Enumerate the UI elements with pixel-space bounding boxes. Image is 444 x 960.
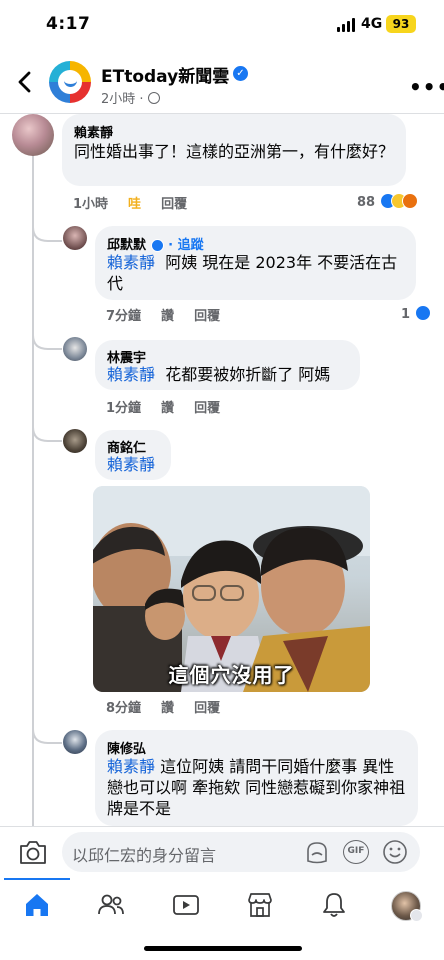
comment-text: 花都要被妳折斷了 阿媽 xyxy=(165,365,331,384)
thread-connector xyxy=(32,226,62,744)
reply-button[interactable]: 回覆 xyxy=(161,197,187,212)
signal-icon xyxy=(337,18,357,32)
like-icon xyxy=(414,305,431,321)
commenter-avatar[interactable] xyxy=(63,337,87,361)
mention-link[interactable]: 賴素靜 xyxy=(107,253,155,272)
commenter-avatar[interactable] xyxy=(12,114,54,156)
commenter-avatar[interactable] xyxy=(63,730,87,754)
comment-bubble: 林震宇 賴素靜 花都要被妳折斷了 阿媽 xyxy=(95,340,360,390)
reaction-button[interactable]: 哇 xyxy=(128,197,141,212)
network-type: 4G xyxy=(361,16,383,32)
notifications-icon[interactable] xyxy=(319,890,349,920)
comment-text-block: 賴素靜 花都要被妳折斷了 阿媽 xyxy=(107,364,357,385)
friends-icon[interactable] xyxy=(96,890,126,920)
commenter-avatar[interactable] xyxy=(63,226,87,250)
page-name[interactable]: ETtoday新聞雲 xyxy=(101,62,229,87)
comment-text-block: 賴素靜 阿姨 現在是 2023年 不要活在古代 xyxy=(107,252,407,294)
comment-bubble: 邱默默 · 追蹤 賴素靜 阿姨 現在是 2023年 不要活在古代 xyxy=(95,226,416,300)
comment-actions: 1小時 哇 回覆 xyxy=(73,193,207,212)
like-button[interactable]: 讚 xyxy=(161,701,174,716)
image-caption: 這個穴沒用了 xyxy=(168,663,295,687)
verified-badge-icon: ✓ xyxy=(233,66,248,81)
more-options-icon[interactable]: ••• xyxy=(409,75,444,99)
video-icon[interactable] xyxy=(171,890,201,920)
home-indicator xyxy=(144,946,302,951)
page-logo[interactable] xyxy=(49,61,91,103)
reply-button[interactable]: 回覆 xyxy=(194,309,220,324)
home-icon[interactable] xyxy=(22,890,52,920)
post-meta: 2小時 · xyxy=(101,88,160,107)
reaction-summary[interactable]: 1 xyxy=(401,305,431,322)
comment-time: 1小時 xyxy=(73,197,109,212)
comment-text: 同性婚出事了！這樣的亞洲第一，有什麼好？ xyxy=(74,142,395,161)
comment-text-block: 賴素靜 這位阿姨 請問干同婚什麼事 異性戀也可以啊 牽拖欸 同性戀惹礙到你家神祖… xyxy=(107,756,409,819)
commenter-name[interactable]: 陳修弘 xyxy=(107,738,146,757)
post-time: 2小時 xyxy=(101,92,136,107)
reaction-count: 88 xyxy=(357,195,376,210)
like-button[interactable]: 讚 xyxy=(161,401,174,416)
comment-input[interactable]: 以邱仁宏的身分留言 GIF xyxy=(62,832,420,872)
angry-icon xyxy=(401,193,418,209)
mention-link[interactable]: 賴素靜 xyxy=(107,454,155,475)
mention-link[interactable]: 賴素靜 xyxy=(107,757,155,776)
comment-input-placeholder: 以邱仁宏的身分留言 xyxy=(72,846,217,865)
reply-button[interactable]: 回覆 xyxy=(194,701,220,716)
like-button[interactable]: 讚 xyxy=(161,309,174,324)
globe-icon xyxy=(147,92,160,104)
commenter-name[interactable]: 賴素靜 xyxy=(74,122,113,141)
comment-time: 1分鐘 xyxy=(106,401,142,416)
emoji-icon[interactable] xyxy=(382,839,408,865)
status-time: 4:17 xyxy=(46,14,91,34)
comment-image[interactable]: 這個穴沒用了 xyxy=(93,486,370,692)
comment-actions: 8分鐘 讚 回覆 xyxy=(106,697,240,716)
back-arrow-icon[interactable] xyxy=(16,70,34,94)
commenter-name[interactable]: 邱默默 xyxy=(107,238,146,253)
follow-button[interactable]: 追蹤 xyxy=(178,238,204,253)
battery-icon: 93 xyxy=(386,15,416,33)
avatar-sticker-icon[interactable] xyxy=(304,839,330,865)
comment-time: 8分鐘 xyxy=(106,701,142,716)
reply-button[interactable]: 回覆 xyxy=(194,401,220,416)
comment-actions: 7分鐘 讚 回覆 xyxy=(106,305,240,324)
comment-bubble: 陳修弘 賴素靜 這位阿姨 請問干同婚什麼事 異性戀也可以啊 牽拖欸 同性戀惹礙到… xyxy=(95,730,418,826)
reaction-summary[interactable]: 88 xyxy=(357,193,418,210)
active-tab-indicator xyxy=(4,878,70,880)
comment-time: 7分鐘 xyxy=(106,309,142,324)
camera-icon[interactable] xyxy=(18,838,48,866)
commenter-avatar[interactable] xyxy=(63,429,87,453)
comment-bubble: 賴素靜 同性婚出事了！這樣的亞洲第一，有什麼好？ xyxy=(62,114,406,186)
commenter-name-row: 邱默默 · 追蹤 xyxy=(107,238,204,253)
input-divider xyxy=(0,826,444,827)
gif-icon[interactable]: GIF xyxy=(343,840,369,864)
comment-actions: 1分鐘 讚 回覆 xyxy=(106,397,240,416)
reaction-count: 1 xyxy=(401,307,411,322)
comment-bubble: 商銘仁 賴素靜 xyxy=(95,430,171,480)
verified-badge-icon xyxy=(150,239,164,252)
marketplace-icon[interactable] xyxy=(245,890,275,920)
profile-menu-badge-icon xyxy=(410,909,423,922)
mention-link[interactable]: 賴素靜 xyxy=(107,365,155,384)
